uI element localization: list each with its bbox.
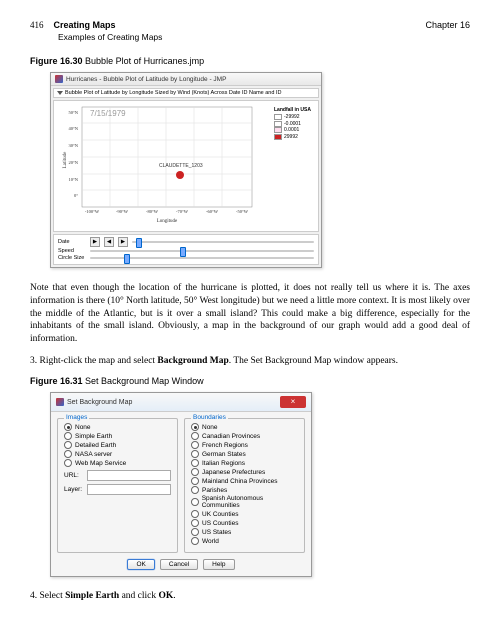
radio-wms[interactable]: Web Map Service xyxy=(64,459,171,467)
radio-japanese[interactable]: Japanese Prefectures xyxy=(191,468,298,476)
svg-text:0°: 0° xyxy=(74,193,78,198)
svg-text:Longitude: Longitude xyxy=(157,219,178,224)
close-button[interactable]: × xyxy=(280,396,306,408)
radio-uk-counties[interactable]: UK Counties xyxy=(191,510,298,518)
plot-title-bar[interactable]: Bubble Plot of Latitude by Longitude Siz… xyxy=(53,88,319,98)
layer-input[interactable] xyxy=(87,484,171,495)
radio-parishes[interactable]: Parishes xyxy=(191,486,298,494)
step-back-button[interactable]: ◀ xyxy=(104,237,114,247)
body-paragraph: Note that even though the location of th… xyxy=(30,282,470,346)
svg-text:-70°W: -70°W xyxy=(176,209,189,214)
figure-caption-2: Figure 16.31 Set Background Map Window xyxy=(30,376,470,386)
radio-bound-none[interactable]: None xyxy=(191,423,298,431)
date-slider[interactable] xyxy=(132,241,314,243)
app-icon xyxy=(56,398,64,406)
radio-detailed-earth[interactable]: Detailed Earth xyxy=(64,441,171,449)
svg-text:-60°W: -60°W xyxy=(206,209,219,214)
help-button[interactable]: Help xyxy=(203,559,234,570)
svg-text:-50°W: -50°W xyxy=(236,209,249,214)
app-icon xyxy=(55,75,63,83)
images-group: Images None Simple Earth Detailed Earth … xyxy=(57,418,178,553)
data-label: CLAUDETTE_1203 xyxy=(159,163,203,169)
radio-us-counties[interactable]: US Counties xyxy=(191,519,298,527)
svg-text:-80°W: -80°W xyxy=(146,209,159,214)
figure-2-window: Set Background Map × Images None Simple … xyxy=(50,392,312,577)
svg-text:Latitude: Latitude xyxy=(63,151,68,168)
svg-text:30°N: 30°N xyxy=(68,143,78,148)
radio-us-states[interactable]: US States xyxy=(191,528,298,536)
url-input[interactable] xyxy=(87,470,171,481)
ok-button[interactable]: OK xyxy=(127,559,154,570)
plot-date: 7/15/1979 xyxy=(90,109,126,118)
page-subtitle: Examples of Creating Maps xyxy=(58,32,470,42)
radio-spanish[interactable]: Spanish Autonomous Communities xyxy=(191,495,298,509)
radio-china[interactable]: Mainland China Provinces xyxy=(191,477,298,485)
plot-area[interactable]: Latitude 50°N 40°N 30°N 20°N 10°N 0° -10… xyxy=(53,100,319,232)
svg-text:-90°W: -90°W xyxy=(116,209,129,214)
svg-text:40°N: 40°N xyxy=(68,126,78,131)
boundaries-group: Boundaries None Canadian Provinces Frenc… xyxy=(184,418,305,553)
page-title: Creating Maps xyxy=(54,20,116,30)
figure-caption-1: Figure 16.30 Bubble Plot of Hurricanes.j… xyxy=(30,56,470,66)
playback-controls: Date ▶ ◀ ▶ Speed Circle Size xyxy=(53,234,319,265)
radio-german[interactable]: German States xyxy=(191,450,298,458)
step-4: 4. Select Simple Earth and click OK. xyxy=(30,591,470,601)
radio-nasa[interactable]: NASA server xyxy=(64,450,171,458)
svg-text:50°N: 50°N xyxy=(68,110,78,115)
svg-text:10°N: 10°N xyxy=(68,177,78,182)
play-button[interactable]: ▶ xyxy=(90,237,100,247)
size-slider[interactable] xyxy=(90,257,314,259)
figure-1-window: Hurricanes - Bubble Plot of Latitude by … xyxy=(50,72,322,268)
radio-world[interactable]: World xyxy=(191,537,298,545)
page-number: 416 xyxy=(30,20,44,30)
step-3: 3. Right-click the map and select Backgr… xyxy=(30,356,470,366)
window-titlebar: Hurricanes - Bubble Plot of Latitude by … xyxy=(51,73,321,86)
dialog-titlebar: Set Background Map × xyxy=(51,393,311,412)
cancel-button[interactable]: Cancel xyxy=(160,559,198,570)
radio-canada[interactable]: Canadian Provinces xyxy=(191,432,298,440)
step-fwd-button[interactable]: ▶ xyxy=(118,237,128,247)
radio-simple-earth[interactable]: Simple Earth xyxy=(64,432,171,440)
svg-text:20°N: 20°N xyxy=(68,160,78,165)
radio-images-none[interactable]: None xyxy=(64,423,171,431)
svg-text:-100°W: -100°W xyxy=(85,209,100,214)
radio-french[interactable]: French Regions xyxy=(191,441,298,449)
speed-slider[interactable] xyxy=(90,250,314,252)
disclosure-icon[interactable] xyxy=(57,91,63,95)
chapter-label: Chapter 16 xyxy=(425,20,470,30)
legend: Landfall in USA -29992 -0.0001 0.0001 29… xyxy=(270,105,312,225)
radio-italian[interactable]: Italian Regions xyxy=(191,459,298,467)
